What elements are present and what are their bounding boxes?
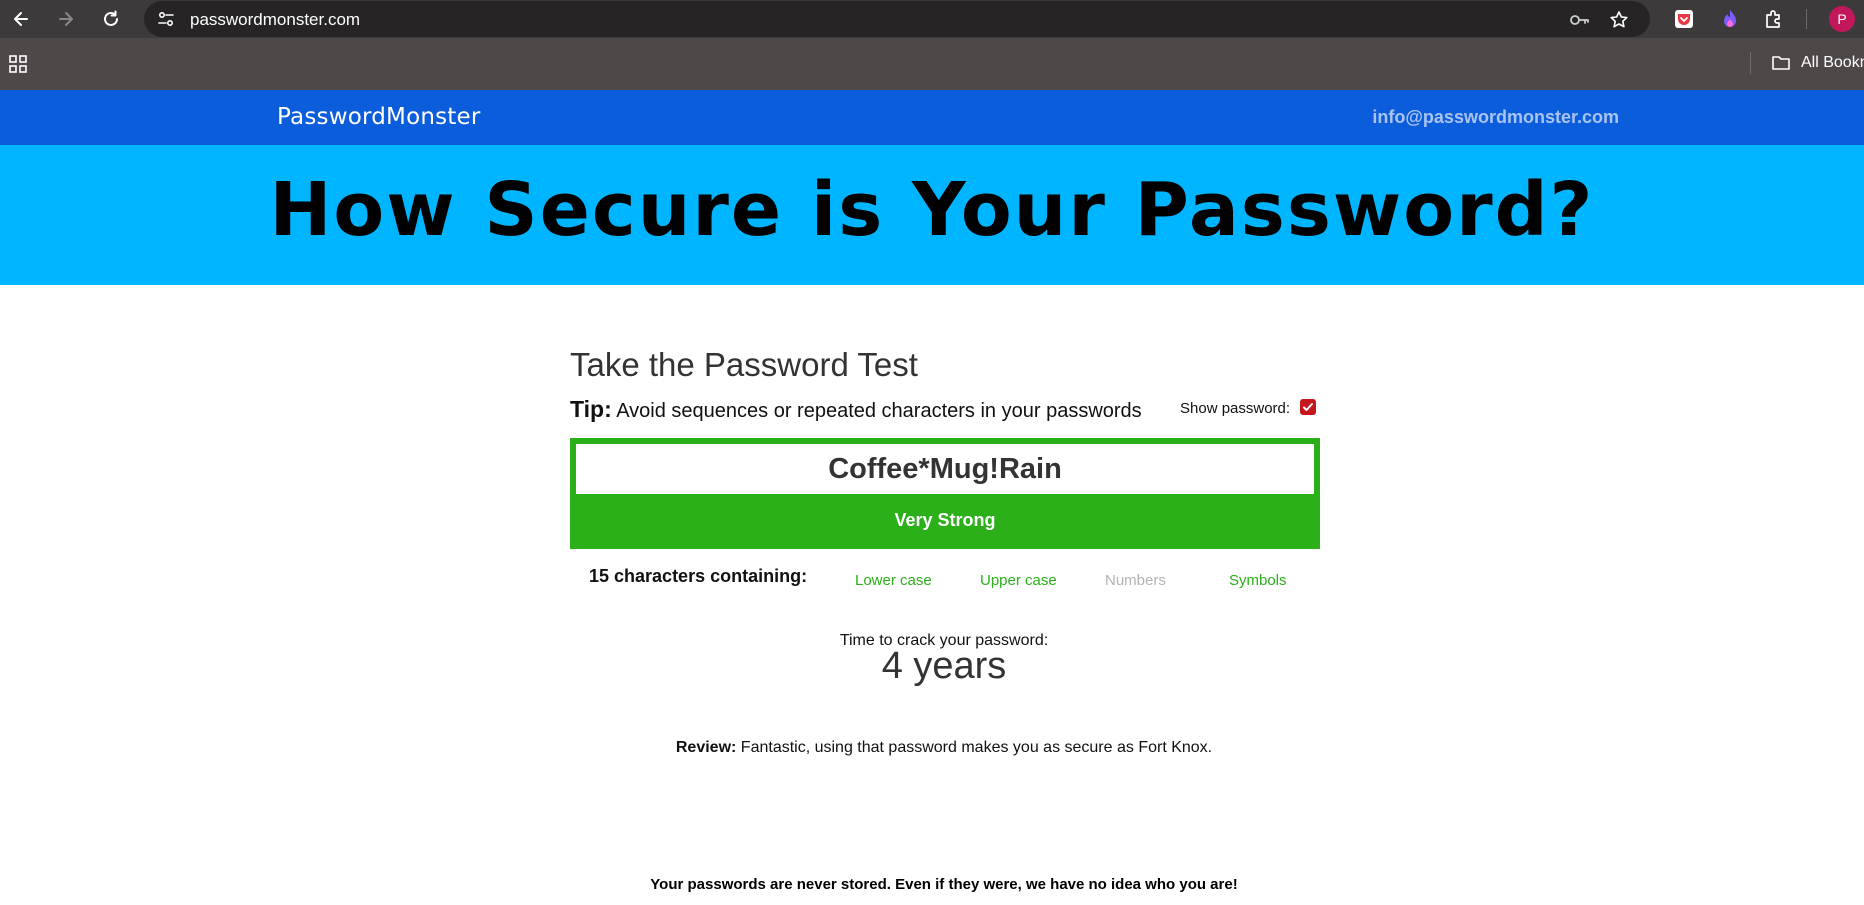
pocket-extension-icon[interactable]	[1672, 7, 1696, 31]
tip-body: Avoid sequences or repeated characters i…	[616, 400, 1142, 422]
site-logo[interactable]: PasswordMonster	[277, 104, 481, 130]
toolbar-divider	[1806, 9, 1807, 29]
flame-extension-icon[interactable]	[1718, 7, 1742, 31]
bookmarks-divider	[1750, 52, 1751, 74]
all-bookmarks-button[interactable]: All Bookm	[1771, 54, 1864, 72]
hero-title: How Secure is Your Password?	[269, 167, 1595, 253]
reload-icon	[104, 10, 118, 26]
contact-email-link[interactable]: info@passwordmonster.com	[1372, 107, 1619, 128]
profile-avatar[interactable]: P	[1829, 6, 1855, 32]
site-settings-icon[interactable]	[156, 9, 176, 29]
back-arrow-icon	[14, 12, 28, 26]
back-button[interactable]	[8, 6, 34, 32]
password-input[interactable]: Coffee*Mug!Rain	[576, 444, 1314, 494]
crack-time-value: 4 years	[881, 645, 1007, 687]
profile-initial: P	[1837, 11, 1847, 27]
tip-label: Tip:	[570, 396, 612, 422]
hero-banner: How Secure is Your Password?	[0, 145, 1864, 285]
char-type-numbers: Numbers	[1105, 572, 1166, 589]
forward-arrow-icon	[59, 12, 73, 26]
apps-grid-icon[interactable]	[8, 54, 28, 74]
char-type-upper-case: Upper case	[980, 572, 1057, 589]
character-count: 15 characters containing:	[589, 566, 808, 586]
bookmarks-bar: All Bookm	[0, 38, 1864, 90]
extensions-puzzle-icon[interactable]	[1762, 7, 1786, 31]
reload-button[interactable]	[98, 6, 124, 32]
tip-text: Tip: Avoid sequences or repeated charact…	[570, 396, 1142, 423]
site-header: PasswordMonster info@passwordmonster.com	[0, 90, 1864, 145]
privacy-note: Your passwords are never stored. Even if…	[650, 876, 1238, 893]
char-type-lower-case: Lower case	[855, 572, 932, 589]
show-password-checkbox[interactable]	[1300, 398, 1317, 415]
review-body: Fantastic, using that password makes you…	[740, 739, 1213, 756]
show-password-toggle[interactable]: Show password:	[1180, 398, 1317, 417]
char-type-symbols: Symbols	[1229, 572, 1287, 589]
show-password-label: Show password:	[1180, 400, 1291, 417]
bookmark-star-icon[interactable]	[1608, 9, 1630, 31]
all-bookmarks-label: All Bookm	[1801, 54, 1864, 71]
browser-toolbar: passwordmonster.com P	[0, 0, 1864, 38]
strength-label: Very Strong	[894, 510, 996, 530]
review-text: Review: Fantastic, using that password m…	[0, 739, 1864, 757]
forward-button[interactable]	[53, 6, 79, 32]
checkmark-icon	[1303, 402, 1314, 411]
review-label: Review:	[675, 739, 737, 756]
folder-icon	[1772, 56, 1790, 70]
address-bar[interactable]: passwordmonster.com	[144, 1, 1650, 37]
password-strength-box: Coffee*Mug!Rain Very Strong	[570, 438, 1320, 549]
section-title: Take the Password Test	[570, 346, 918, 383]
password-key-icon[interactable]	[1568, 9, 1590, 31]
url-text: passwordmonster.com	[190, 10, 361, 29]
